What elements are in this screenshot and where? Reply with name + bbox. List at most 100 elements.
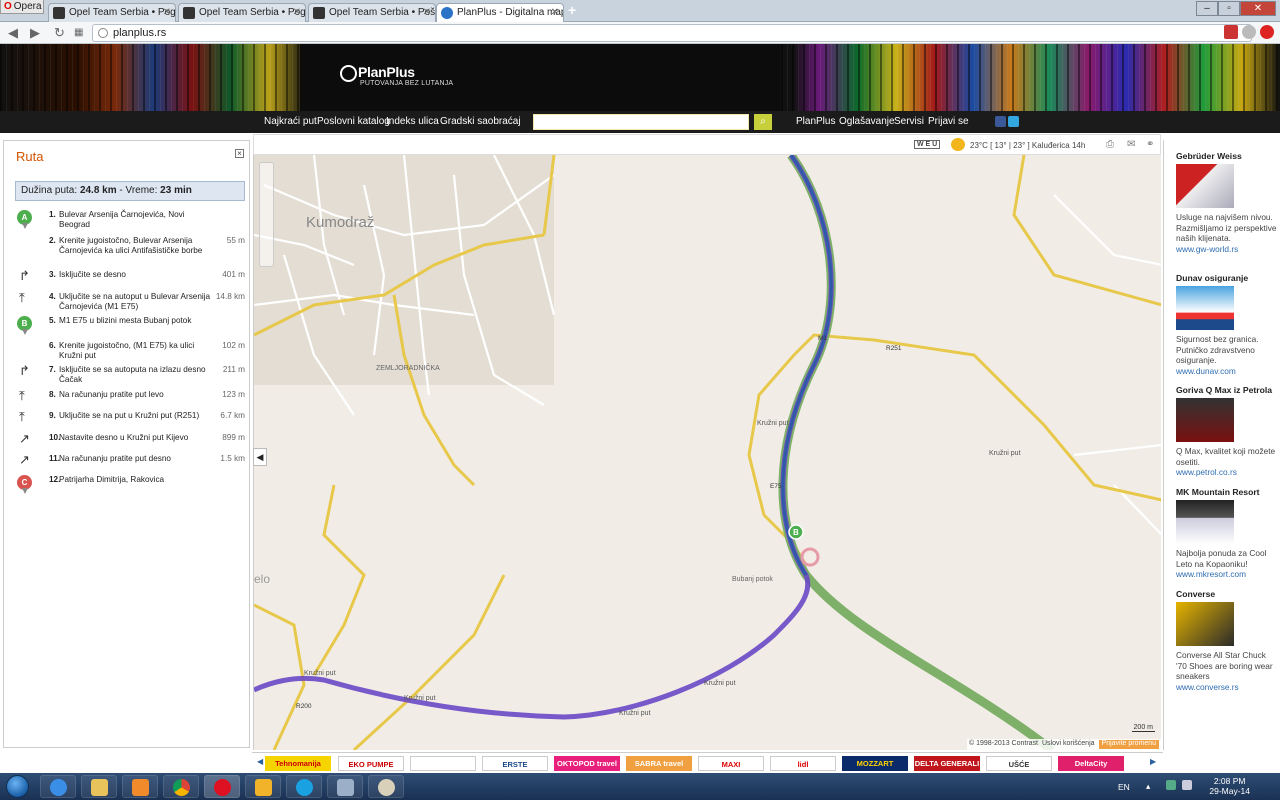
end-pin-icon: C <box>17 475 32 494</box>
menu-najkraci-put[interactable]: Najkraći put <box>264 116 317 127</box>
search-icon: ⌕ <box>760 116 766 127</box>
merge-icon: ⤒ <box>19 409 25 424</box>
report-change-button[interactable]: Prijavite promenu <box>1098 740 1159 749</box>
terms-link[interactable]: Uslovi korišćenja <box>1042 740 1095 749</box>
route-summary: Dužina puta: 24.8 km - Vreme: 23 min <box>15 181 245 201</box>
skype-icon <box>296 779 313 796</box>
menu-gradski-saobracaj[interactable]: Gradski saobraćaj <box>440 116 521 127</box>
close-tab-icon[interactable]: ✕ <box>551 4 559 21</box>
taskbar-explorer[interactable] <box>81 775 117 798</box>
close-window-button[interactable]: ✕ <box>1240 1 1276 16</box>
sponsor-logo[interactable]: OKTOPOD travel <box>554 756 620 771</box>
sponsor-logo[interactable]: UŠĆE <box>986 756 1052 771</box>
road-label: Kružni put <box>619 710 651 717</box>
sponsor-logo[interactable]: SABRA travel <box>626 756 692 771</box>
planplus-logo[interactable]: PlanPlus PUTOVANJA BEZ LUTANJA <box>340 64 453 87</box>
menu-servisi[interactable]: Servisi <box>894 116 924 127</box>
minimize-button[interactable]: – <box>1196 1 1218 16</box>
taskbar-paint[interactable] <box>368 775 404 798</box>
tray-arrow-icon[interactable]: ▴ <box>1146 781 1150 792</box>
browser-tab[interactable]: Opel Team Serbia • Pošalj ✕ <box>308 3 436 22</box>
sponsor-logo[interactable]: MOZZART <box>842 756 908 771</box>
folder-icon <box>91 779 108 796</box>
volume-icon[interactable] <box>1182 780 1192 790</box>
close-tab-icon[interactable]: ✕ <box>293 4 301 21</box>
map-canvas[interactable]: B Kumodraž ZEMLJORADNIČKA Bubanj potok e… <box>253 155 1161 750</box>
sponsor-logo[interactable]: MAXI <box>698 756 764 771</box>
address-bar-row: ◀ ▶ ↻ ▦ planplus.rs <box>0 22 1280 44</box>
print-icon[interactable]: ⎙ <box>1106 139 1114 150</box>
road-shield: R251 <box>886 345 902 352</box>
taskbar-app[interactable] <box>245 775 281 798</box>
sponsor-logo[interactable] <box>410 756 476 771</box>
adblock-icon[interactable] <box>1260 25 1274 39</box>
close-tab-icon[interactable]: ✕ <box>423 4 431 21</box>
interchange <box>800 547 820 567</box>
opera-menu-button[interactable]: O Opera <box>0 0 44 14</box>
taskbar-media[interactable] <box>122 775 158 798</box>
sponsor-logo[interactable]: EKO PUMPE <box>338 756 404 771</box>
sponsor-logo[interactable]: Tehnomanija <box>265 756 331 771</box>
sponsor-strip: ◀ Tehnomanija EKO PUMPE ERSTE OKTOPOD tr… <box>252 752 1163 773</box>
browser-tab[interactable]: Opel Team Serbia • Pogled✕ <box>48 3 176 22</box>
sponsor-logo[interactable]: DeltaCity <box>1058 756 1124 771</box>
ad-card[interactable]: Goriva Q Max iz Petrola Q Max, kvalitet … <box>1176 385 1278 478</box>
road-shield: R200 <box>296 703 312 710</box>
menu-planplus[interactable]: PlanPlus <box>796 116 835 127</box>
road-label: Kružni put <box>704 680 736 687</box>
forward-icon[interactable]: ▶ <box>30 25 40 41</box>
collapse-panel-button[interactable]: ◀ <box>253 448 267 466</box>
opera-icon <box>214 779 231 796</box>
start-button[interactable] <box>6 775 29 798</box>
menu-oglasavanje[interactable]: Oglašavanje <box>839 116 895 127</box>
facebook-icon[interactable] <box>995 116 1006 127</box>
url-input[interactable]: planplus.rs <box>92 24 1252 42</box>
maximize-button[interactable]: ▫ <box>1218 1 1240 16</box>
network-icon[interactable] <box>1166 780 1176 790</box>
browser-tab[interactable]: Opel Team Serbia • Pogled✕ <box>178 3 306 22</box>
sponsor-logo[interactable]: ERSTE <box>482 756 548 771</box>
back-icon[interactable]: ◀ <box>8 25 18 41</box>
taskbar-ie[interactable] <box>40 775 76 798</box>
ad-card[interactable]: Dunav osiguranje Sigurnost bez granica. … <box>1176 273 1278 376</box>
ad-card[interactable]: Converse Converse All Star Chuck '70 Sho… <box>1176 589 1278 692</box>
zoom-slider[interactable] <box>259 162 274 267</box>
menu-prijavi-se[interactable]: Prijavi se <box>928 116 969 127</box>
email-icon[interactable]: ✉ <box>1127 139 1135 150</box>
menu-indeks-ulica[interactable]: Indeks ulica <box>386 116 439 127</box>
close-tab-icon[interactable]: ✕ <box>163 4 171 21</box>
map-scale: 200 m <box>1131 724 1155 732</box>
close-icon[interactable]: × <box>235 149 244 158</box>
site-banner: PlanPlus PUTOVANJA BEZ LUTANJA <box>0 44 1280 111</box>
sponsor-logo[interactable]: lidl <box>770 756 836 771</box>
chrome-icon <box>173 779 190 796</box>
menu-poslovni-katalog[interactable]: Poslovni katalog <box>317 116 390 127</box>
taskbar-skype[interactable] <box>286 775 322 798</box>
turn-right-icon: ↱ <box>19 363 30 378</box>
start-pin-icon: A <box>17 210 32 229</box>
ad-card[interactable]: MK Mountain Resort Najbolja ponuda za Co… <box>1176 487 1278 580</box>
twitter-icon[interactable] <box>1008 116 1019 127</box>
taskbar-calculator[interactable] <box>327 775 363 798</box>
clock[interactable]: 2:08 PM 29-May-14 <box>1209 776 1250 796</box>
site-search-input[interactable] <box>533 114 749 130</box>
search-button[interactable]: ⌕ <box>754 114 772 130</box>
favicon-icon <box>53 7 65 19</box>
taskbar-opera[interactable] <box>204 775 240 798</box>
language-indicator[interactable]: EN <box>1118 782 1130 792</box>
road-label: Kružni put <box>404 695 436 702</box>
chevron-left-icon[interactable]: ◀ <box>257 757 263 766</box>
link-icon[interactable]: ⚭ <box>1146 139 1154 150</box>
speed-dial-icon[interactable]: ▦ <box>74 25 83 41</box>
sponsor-logo[interactable]: DELTA GENERALI <box>914 756 980 771</box>
new-tab-button[interactable]: + <box>568 3 582 19</box>
ad-card[interactable]: Gebrüder Weiss Usluge na najvišem nivou.… <box>1176 151 1278 254</box>
browser-tab-active[interactable]: PlanPlus - Digitalna mapa ✕ <box>436 3 564 22</box>
chevron-right-icon[interactable]: ▶ <box>1150 757 1156 766</box>
weather-sun-icon <box>951 138 965 151</box>
bookmark-heart-icon[interactable] <box>1242 25 1256 39</box>
place-label: elo <box>254 572 270 586</box>
extension-icon[interactable] <box>1224 25 1238 39</box>
taskbar-chrome[interactable] <box>163 775 199 798</box>
reload-icon[interactable]: ↻ <box>54 25 65 41</box>
